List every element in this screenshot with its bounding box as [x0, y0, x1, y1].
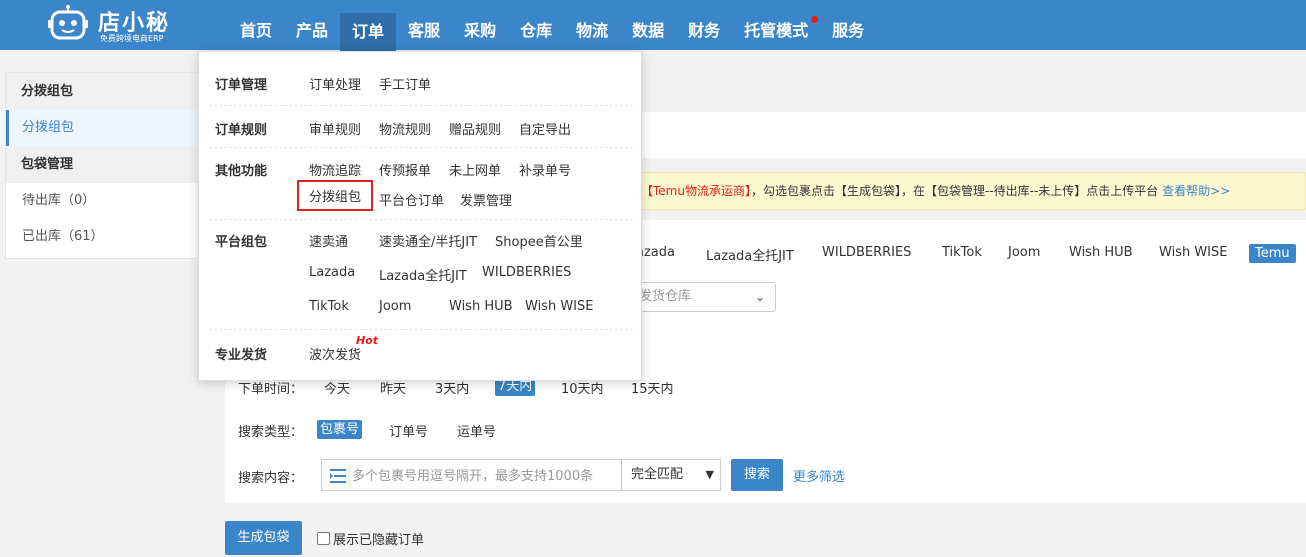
menu-link[interactable]: 波次发货 [309, 344, 361, 363]
search-input[interactable] [352, 466, 617, 486]
show-hidden-label: 展示已隐藏订单 [333, 533, 425, 548]
menu-section-title: 订单管理 [215, 78, 268, 93]
platform-tab[interactable]: Wish HUB [1069, 245, 1133, 260]
menu-link[interactable]: 传预报单 [379, 160, 431, 179]
menu-link[interactable]: Shopee首公里 [495, 231, 583, 250]
nav-managed-mode[interactable]: 托管模式 [732, 0, 820, 50]
menu-link[interactable]: WILDBERRIES [482, 265, 571, 280]
platform-tab-selected[interactable]: Temu [1249, 244, 1296, 263]
show-hidden-orders[interactable]: 展示已隐藏订单 [317, 529, 424, 548]
platform-tab[interactable]: Joom [1008, 245, 1040, 260]
chevron-down-icon: ⌄ [754, 290, 765, 304]
menu-link[interactable]: 速卖通全/半托JIT [379, 231, 477, 250]
search-type-label: 搜索类型： [238, 425, 304, 440]
search-input-wrapper [321, 459, 622, 491]
nav-warehouse[interactable]: 仓库 [508, 0, 564, 50]
menu-link[interactable]: 发票管理 [460, 190, 512, 209]
main-nav: 首页 产品 订单 客服 采购 仓库 物流 数据 财务 托管模式 服务 [228, 0, 876, 51]
menu-link[interactable]: 订单处理 [309, 74, 361, 93]
search-content-label: 搜索内容： [238, 471, 304, 486]
menu-section-other [209, 148, 633, 220]
menu-link[interactable]: TikTok [309, 299, 349, 314]
sidebar-group-title: 分拨组包 [6, 73, 214, 110]
help-link[interactable]: 查看帮助>> [1162, 184, 1230, 198]
hot-badge: Hot [356, 334, 379, 347]
menu-link[interactable]: 平台仓订单 [379, 190, 444, 209]
match-mode-value: 完全匹配 [631, 467, 684, 482]
menu-section-title: 其他功能 [215, 164, 268, 179]
warehouse-placeholder: 发货仓库 [639, 289, 692, 304]
menu-link[interactable]: 未上网单 [449, 160, 501, 179]
nav-logistics[interactable]: 物流 [564, 0, 620, 50]
menu-link[interactable]: Joom [379, 299, 411, 314]
nav-services[interactable]: 服务 [820, 0, 876, 50]
sidebar-item-shipped[interactable]: 已出库（61） [6, 219, 214, 255]
generate-bag-button[interactable]: 生成包袋 [225, 521, 302, 555]
more-filters-link[interactable]: 更多筛选 [793, 466, 845, 485]
logo-tagline: 免费跨境电商ERP [100, 34, 164, 43]
nav-home[interactable]: 首页 [228, 0, 284, 50]
chevron-down-icon: ▼ [705, 468, 714, 481]
menu-link[interactable]: Wish HUB [449, 299, 513, 314]
notice-text: ，勾选包裹点击【生成包袋】，在【包袋管理--待出库--未上传】点击上传平台 [750, 184, 1159, 198]
menu-link[interactable]: 审单规则 [309, 119, 361, 138]
sidebar: 分拨组包 分拨组包 包袋管理 待出库（0） 已出库（61） [5, 72, 215, 259]
menu-link[interactable]: Lazada全托JIT [379, 265, 467, 284]
search-type-option[interactable]: 运单号 [457, 421, 496, 440]
sidebar-item-distribution-bag[interactable]: 分拨组包 [6, 110, 214, 146]
menu-link-distribution-bag-highlighted[interactable]: 分拨组包 [297, 180, 374, 211]
menu-section-title: 专业发货 [215, 348, 268, 363]
menu-link[interactable]: 赠品规则 [449, 119, 501, 138]
menu-link[interactable]: Wish WISE [525, 299, 593, 314]
list-icon[interactable] [330, 469, 346, 483]
nav-products[interactable]: 产品 [284, 0, 340, 50]
logo[interactable]: 店小秘 免费跨境电商ERP [48, 3, 188, 45]
search-button[interactable]: 搜索 [731, 459, 783, 491]
nav-managed-mode-label: 托管模式 [744, 21, 809, 40]
menu-link[interactable]: 补录单号 [519, 160, 571, 179]
nav-finance[interactable]: 财务 [676, 0, 732, 50]
menu-section-title: 订单规则 [215, 123, 268, 138]
nav-purchasing[interactable]: 采购 [452, 0, 508, 50]
search-type-option[interactable]: 订单号 [389, 421, 428, 440]
menu-section-title: 平台组包 [215, 235, 268, 250]
menu-link[interactable]: Lazada [309, 265, 355, 280]
sidebar-item-pending[interactable]: 待出库（0） [6, 183, 214, 219]
menu-link[interactable]: 手工订单 [379, 74, 431, 93]
orders-dropdown-menu: 订单管理 订单处理 手工订单 订单规则 审单规则 物流规则 赠品规则 自定导出 … [198, 51, 642, 381]
sidebar-group-title: 包袋管理 [6, 146, 214, 183]
menu-link[interactable]: 物流追踪 [309, 160, 361, 179]
search-type-option-selected[interactable]: 包裹号 [317, 420, 363, 439]
robot-logo-icon [48, 5, 88, 40]
top-navbar: 店小秘 免费跨境电商ERP 首页 产品 订单 客服 采购 仓库 物流 数据 财务… [0, 0, 1306, 51]
nav-orders[interactable]: 订单 [340, 13, 397, 51]
menu-link[interactable]: 速卖通 [309, 231, 348, 250]
notice-highlight: 【Temu物流承运商】 [641, 184, 751, 198]
notification-dot [811, 16, 819, 23]
match-mode-select[interactable]: 完全匹配 ▼ [621, 459, 721, 491]
menu-link[interactable]: 物流规则 [379, 119, 431, 138]
platform-tab[interactable]: WILDBERRIES [822, 245, 911, 260]
platform-tab[interactable]: TikTok [942, 245, 982, 260]
show-hidden-checkbox[interactable] [317, 532, 330, 545]
platform-tab[interactable]: Lazada全托JIT [706, 245, 794, 264]
platform-tab[interactable]: Wish WISE [1159, 245, 1227, 260]
nav-data[interactable]: 数据 [620, 0, 676, 50]
menu-link[interactable]: 自定导出 [519, 119, 571, 138]
nav-customer-service[interactable]: 客服 [396, 0, 452, 50]
